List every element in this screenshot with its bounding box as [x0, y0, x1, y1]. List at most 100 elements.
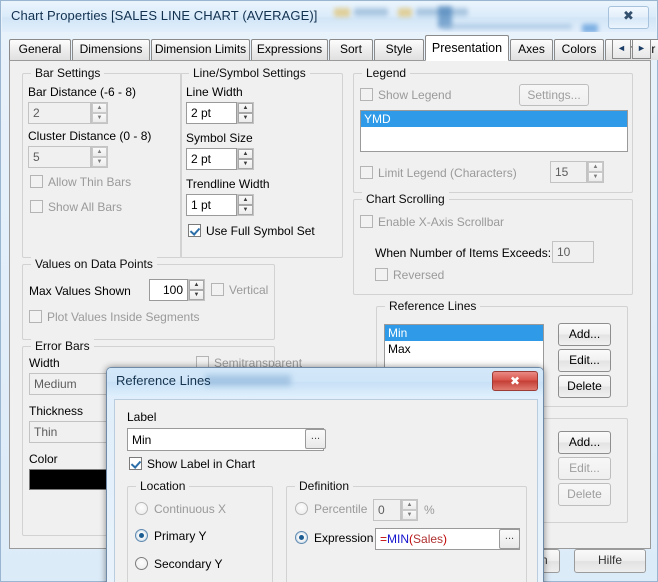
titlebar-artifact	[582, 24, 598, 32]
stepper-up-icon[interactable]: ▲	[189, 280, 204, 290]
tab-dimensions[interactable]: Dimensions	[72, 39, 150, 60]
trendline-width-stepper[interactable]: ▲ ▼	[237, 194, 254, 216]
second-delete-button[interactable]: Delete	[558, 483, 611, 506]
window-title: Chart Properties [SALES LINE CHART (AVER…	[11, 8, 318, 23]
label-input[interactable]: Min	[127, 428, 324, 451]
allow-thin-bars-label: Allow Thin Bars	[48, 175, 132, 189]
location-continuous-x-radio[interactable]: Continuous X	[135, 502, 226, 516]
limit-legend-checkbox[interactable]: Limit Legend (Characters)	[360, 166, 517, 180]
tab-dimension-limits[interactable]: Dimension Limits	[151, 39, 250, 60]
definition-percentile-radio[interactable]: Percentile	[295, 502, 367, 516]
limit-legend-input[interactable]: 15	[550, 161, 587, 183]
stepper-down-icon[interactable]: ▼	[238, 205, 253, 215]
checkbox-icon	[360, 166, 373, 179]
trendline-width-input[interactable]: 1 pt	[186, 194, 237, 216]
tab-bar: General Dimensions Dimension Limits Expr…	[9, 35, 658, 61]
screenshot-root: Chart Properties [SALES LINE CHART (AVER…	[0, 0, 658, 582]
checkbox-icon	[188, 224, 201, 237]
symbol-size-stepper[interactable]: ▲ ▼	[237, 148, 254, 170]
symbol-size-input[interactable]: 2 pt	[186, 148, 237, 170]
limit-legend-label: Limit Legend (Characters)	[378, 166, 517, 180]
tab-general[interactable]: General	[9, 39, 71, 60]
stepper-up-icon[interactable]: ▲	[92, 147, 107, 157]
list-item[interactable]: Min	[385, 325, 543, 341]
expression-browse-button[interactable]: ...	[499, 529, 520, 549]
tab-scroll-right-icon[interactable]: ►	[632, 39, 651, 59]
stepper-up-icon[interactable]: ▲	[238, 195, 253, 205]
bar-distance-stepper[interactable]: ▲ ▼	[91, 102, 108, 124]
cluster-distance-input[interactable]: 5	[28, 146, 91, 168]
tab-presentation[interactable]: Presentation	[425, 35, 509, 61]
definition-expression-radio[interactable]: Expression	[295, 531, 373, 545]
tab-style[interactable]: Style	[374, 39, 424, 60]
legend-listbox[interactable]: YMD	[360, 110, 628, 152]
reference-lines-add-button[interactable]: Add...	[558, 323, 611, 346]
allow-thin-bars-checkbox[interactable]: Allow Thin Bars	[30, 175, 131, 189]
error-bars-width-label: Width	[29, 356, 60, 370]
radio-icon	[135, 502, 148, 515]
show-all-bars-checkbox[interactable]: Show All Bars	[30, 200, 122, 214]
legend-settings-button[interactable]: Settings...	[519, 84, 589, 106]
symbol-size-label: Symbol Size	[186, 131, 253, 145]
stepper-up-icon[interactable]: ▲	[238, 103, 253, 113]
list-item[interactable]: Max	[385, 341, 543, 357]
stepper-up-icon[interactable]: ▲	[402, 500, 417, 510]
label-browse-button[interactable]: ...	[305, 429, 326, 449]
stepper-up-icon[interactable]: ▲	[238, 149, 253, 159]
stepper-down-icon[interactable]: ▼	[588, 172, 603, 182]
stepper-up-icon[interactable]: ▲	[588, 162, 603, 172]
percentile-input[interactable]: 0	[373, 499, 401, 521]
second-edit-button[interactable]: Edit...	[558, 457, 611, 480]
plot-values-inside-segments-checkbox[interactable]: Plot Values Inside Segments	[29, 310, 200, 324]
radio-icon	[295, 531, 308, 544]
values-on-data-points-group: Values on Data Points	[22, 257, 275, 340]
help-button[interactable]: Hilfe	[574, 549, 646, 573]
line-width-stepper[interactable]: ▲ ▼	[237, 102, 254, 124]
stepper-down-icon[interactable]: ▼	[92, 113, 107, 123]
stepper-down-icon[interactable]: ▼	[238, 159, 253, 169]
close-icon[interactable]: ✖	[608, 6, 649, 29]
stepper-down-icon[interactable]: ▼	[402, 510, 417, 520]
enable-x-axis-scrollbar-checkbox[interactable]: Enable X-Axis Scrollbar	[360, 215, 504, 229]
max-values-shown-input[interactable]: 100	[149, 279, 188, 301]
tab-axes[interactable]: Axes	[510, 39, 553, 60]
cluster-distance-stepper[interactable]: ▲ ▼	[91, 146, 108, 168]
location-primary-y-radio[interactable]: Primary Y	[135, 529, 206, 543]
titlebar-artifact	[334, 8, 350, 17]
checkbox-icon	[360, 88, 373, 101]
tab-sort[interactable]: Sort	[329, 39, 373, 60]
stepper-down-icon[interactable]: ▼	[238, 113, 253, 123]
show-label-in-chart-label: Show Label in Chart	[147, 457, 256, 471]
bar-distance-input[interactable]: 2	[28, 102, 91, 124]
location-secondary-y-radio[interactable]: Secondary Y	[135, 557, 223, 571]
label-caption: Label	[127, 410, 157, 424]
definition-percentile-label: Percentile	[314, 502, 368, 516]
use-full-symbol-set-checkbox[interactable]: Use Full Symbol Set	[188, 224, 315, 238]
limit-legend-stepper[interactable]: ▲ ▼	[587, 161, 604, 183]
reference-lines-delete-button[interactable]: Delete	[558, 375, 611, 398]
reference-lines-edit-button[interactable]: Edit...	[558, 349, 611, 372]
percentile-stepper[interactable]: ▲ ▼	[401, 499, 418, 521]
tab-expressions[interactable]: Expressions	[251, 39, 328, 60]
second-add-button[interactable]: Add...	[558, 431, 611, 454]
vertical-checkbox[interactable]: Vertical	[211, 283, 268, 297]
max-values-stepper[interactable]: ▲ ▼	[188, 279, 205, 301]
radio-icon	[135, 557, 148, 570]
location-group-label: Location	[136, 479, 190, 493]
error-bars-color-swatch[interactable]	[29, 469, 117, 490]
stepper-up-icon[interactable]: ▲	[92, 103, 107, 113]
chart-scrolling-label: Chart Scrolling	[362, 192, 449, 206]
dialog-titlebar: Reference Lines ✖	[107, 368, 543, 396]
line-width-input[interactable]: 2 pt	[186, 102, 237, 124]
dialog-close-icon[interactable]: ✖	[492, 371, 538, 391]
list-item[interactable]: YMD	[361, 111, 627, 127]
stepper-down-icon[interactable]: ▼	[189, 290, 204, 300]
dialog-titlebar-artifact	[205, 375, 291, 386]
stepper-down-icon[interactable]: ▼	[92, 157, 107, 167]
tab-colors[interactable]: Colors	[554, 39, 604, 60]
tab-scroll-left-icon[interactable]: ◄	[612, 39, 631, 59]
show-label-in-chart-checkbox[interactable]: Show Label in Chart	[129, 457, 255, 471]
show-legend-checkbox[interactable]: Show Legend	[360, 88, 451, 102]
reversed-checkbox[interactable]: Reversed	[375, 268, 444, 282]
items-exceed-input[interactable]: 10	[552, 241, 594, 263]
